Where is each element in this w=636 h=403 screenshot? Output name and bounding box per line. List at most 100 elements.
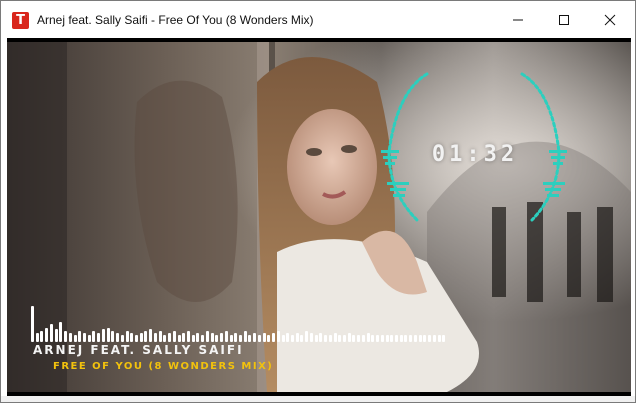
spectrum-bar [64,331,68,342]
spectrum-bar [262,333,266,342]
spectrum-bar [291,334,294,342]
spectrum-bar [201,334,205,342]
spectrum-bar [248,334,252,342]
spectrum-bar [144,331,148,342]
spectrum-bar [428,334,432,342]
spectrum-bar [343,334,346,342]
close-button[interactable] [587,1,633,39]
spectrum-bar [366,333,370,342]
spectrum-bar [324,334,328,342]
spectrum-bar [191,334,195,342]
spectrum-bar [97,333,101,342]
spectrum-bar [385,334,389,342]
background-photo: 01:32 ARNEJ FEAT. SALLY SAIFI FREE OF YO… [7,42,631,392]
spectrum-bar [314,334,318,342]
spectrum-bar [281,334,285,342]
spectrum-bar [54,329,58,342]
spectrum-bar [442,334,446,342]
player-window: T Arnej feat. Sally Saifi - Free Of You … [0,0,636,403]
spectrum-bar [399,334,403,342]
spectrum-bar [418,334,422,342]
spectrum-bar [78,331,82,342]
spectrum-bar [111,331,115,342]
spectrum-bar [352,334,356,342]
artist-name: ARNEJ FEAT. SALLY SAIFI [33,343,244,357]
spectrum-bar [158,331,162,342]
spectrum-bar [234,333,238,342]
spectrum-bar [59,322,63,342]
spectrum-bar [267,334,271,342]
spectrum-bar [106,327,110,342]
maximize-icon [559,15,569,25]
spectrum-bar [380,334,384,342]
spectrum-bar [101,329,105,342]
spectrum-bar [92,331,96,342]
spectrum-bar [272,333,276,342]
spectrum-bar [87,334,91,342]
spectrum-bar [116,333,120,342]
spectrum-bar [390,334,394,342]
spectrum-bar [172,331,176,342]
title-bar[interactable]: T Arnej feat. Sally Saifi - Free Of You … [1,1,635,39]
spectrum-bar [68,333,72,342]
video-area[interactable]: 01:32 ARNEJ FEAT. SALLY SAIFI FREE OF YO… [7,38,631,396]
spectrum-bar [149,329,153,342]
window-title: Arnej feat. Sally Saifi - Free Of You (8… [37,13,314,27]
spectrum-bar [120,334,124,342]
spectrum-bar [205,331,209,342]
spectrum-bar [243,331,247,342]
spectrum-bar [286,333,290,342]
spectrum-bar [40,331,44,342]
spectrum-bar [376,334,380,342]
spectrum-bar [168,333,172,342]
spectrum-bar [125,331,129,342]
track-title: FREE OF YOU (8 WONDERS MIX) [53,361,274,372]
spectrum-bar [210,333,214,342]
spectrum-bar [73,334,77,342]
spectrum-bar [35,333,39,342]
spectrum-bar [404,334,408,342]
close-icon [604,14,616,26]
maximize-button[interactable] [541,1,587,39]
spectrum-bar [224,331,228,342]
spectrum-bar [177,334,181,342]
window-bottom-border [1,396,635,402]
audio-spectrum [31,304,447,342]
spectrum-bar [338,334,342,342]
spectrum-bar [135,334,138,342]
spectrum-bar [432,334,436,342]
spectrum-bar [31,306,34,342]
spectrum-bar [196,333,200,342]
spectrum-bar [187,331,190,342]
spectrum-bar [276,331,280,342]
spectrum-bar [163,334,167,342]
spectrum-bar [182,333,186,342]
spectrum-bar [45,327,49,342]
spectrum-bar [215,334,219,342]
playback-time: 01:32 [431,142,519,167]
spectrum-bar [319,333,323,342]
spectrum-bar [253,333,257,342]
spectrum-bar [409,334,413,342]
spectrum-bar [153,333,157,342]
spectrum-bar [139,333,143,342]
spectrum-bar [437,334,441,342]
spectrum-bar [361,334,365,342]
spectrum-bar [423,334,427,342]
minimize-icon [513,19,523,21]
spectrum-bar [295,333,299,342]
spectrum-bar [309,333,313,342]
spectrum-bar [305,331,309,342]
spectrum-bar [239,334,242,342]
spectrum-bar [257,334,261,342]
spectrum-bar [49,324,53,342]
minimize-button[interactable] [495,1,541,39]
spectrum-bar [83,333,86,342]
spectrum-bar [130,333,134,342]
spectrum-bar [229,334,233,342]
spectrum-bar [395,334,398,342]
spectrum-bar [347,333,351,342]
spectrum-bar [333,333,337,342]
spectrum-bar [413,334,417,342]
spectrum-bar [328,334,332,342]
